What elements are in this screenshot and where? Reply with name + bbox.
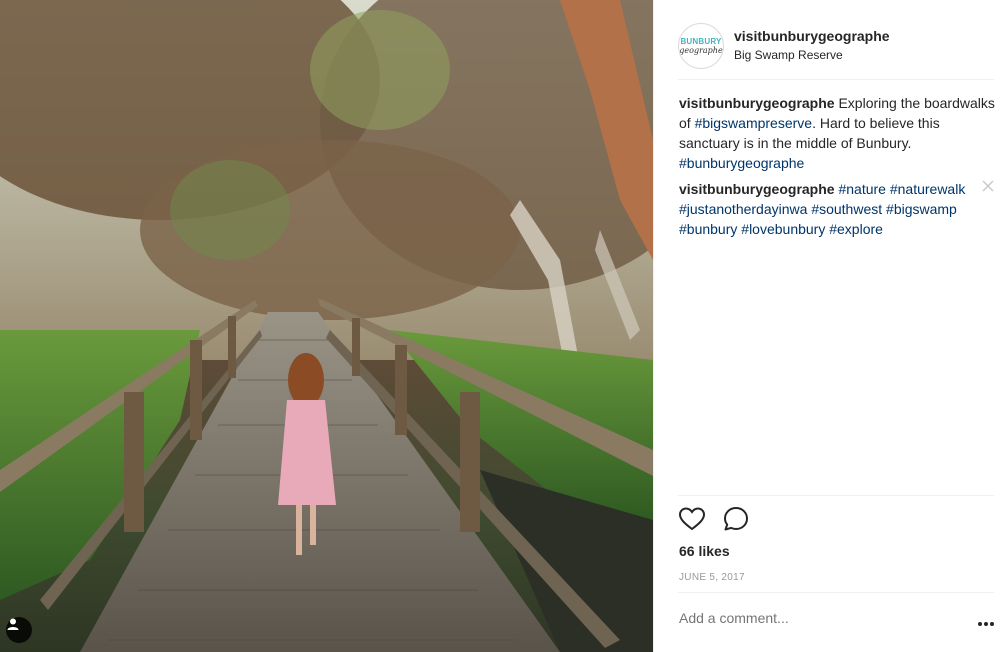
comment-item: visitbunburygeographe #nature #naturewal… — [679, 179, 995, 239]
user-tag-button[interactable] — [6, 617, 32, 643]
boardwalk-photo-illustration — [0, 0, 653, 652]
comment-divider — [678, 592, 994, 593]
comment-icon[interactable] — [722, 505, 750, 533]
comments-list: visitbunburygeographe Exploring the boar… — [679, 93, 995, 245]
hashtag-link[interactable]: #explore — [829, 221, 883, 237]
likes-count[interactable]: 66 likes — [679, 543, 730, 559]
close-icon[interactable] — [981, 179, 995, 193]
post-side-panel: BUNBURY geographe visitbunburygeographe … — [653, 0, 1000, 652]
post-date[interactable]: JUNE 5, 2017 — [679, 572, 745, 583]
hashtag-link[interactable]: #bigswamp — [886, 201, 957, 217]
user-tag-icon — [7, 618, 19, 630]
header-text: visitbunburygeographe Big Swamp Reserve — [734, 27, 890, 64]
comment-item: visitbunburygeographe Exploring the boar… — [679, 93, 995, 173]
hashtag-link[interactable]: #lovebunbury — [741, 221, 825, 237]
post-username[interactable]: visitbunburygeographe — [734, 27, 890, 45]
actions-divider — [678, 495, 994, 496]
post-actions — [678, 505, 750, 533]
hashtag-link[interactable]: #nature — [838, 181, 885, 197]
hashtag-link[interactable]: #bunburygeographe — [679, 155, 804, 171]
hashtag-link[interactable]: #southwest — [811, 201, 882, 217]
post-location[interactable]: Big Swamp Reserve — [734, 46, 890, 64]
heart-icon[interactable] — [678, 505, 706, 533]
hashtag-link[interactable]: #bigswampreserve — [695, 115, 813, 131]
hashtag-link[interactable]: #justanotherdayinwa — [679, 201, 807, 217]
more-options-icon[interactable] — [976, 620, 996, 628]
avatar-text-bottom: geographe — [679, 45, 723, 55]
add-comment-input[interactable] — [679, 610, 939, 626]
hashtag-link[interactable]: #naturewalk — [890, 181, 966, 197]
hashtag-link[interactable]: #bunbury — [679, 221, 737, 237]
post-photo[interactable] — [0, 0, 653, 652]
avatar[interactable]: BUNBURY geographe — [678, 22, 724, 69]
post-header: BUNBURY geographe visitbunburygeographe … — [678, 12, 994, 80]
comment-username[interactable]: visitbunburygeographe — [679, 95, 835, 111]
comment-username[interactable]: visitbunburygeographe — [679, 181, 835, 197]
avatar-text-top: BUNBURY — [680, 36, 722, 46]
